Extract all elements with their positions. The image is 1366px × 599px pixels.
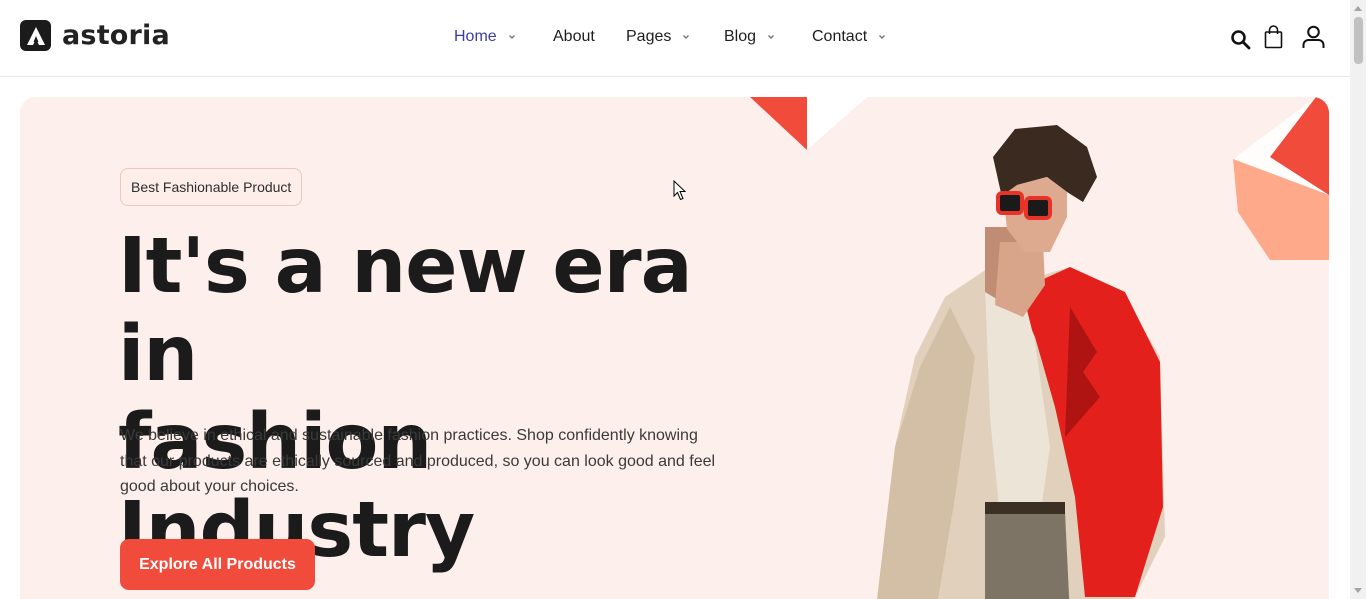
nav-item-home[interactable]: Home [454, 28, 517, 46]
site-header: astoria Home About Pages Blog Contact [0, 0, 1350, 77]
fashion-model-image [877, 125, 1165, 599]
nav-item-pages[interactable]: Pages [626, 28, 691, 46]
chevron-down-icon [879, 35, 886, 39]
search-icon[interactable] [1230, 29, 1251, 55]
nav-item-label: Pages [626, 28, 672, 45]
nav-item-blog[interactable]: Blog [724, 28, 776, 46]
brand-name: astoria [62, 20, 170, 51]
page-scrollbar[interactable] [1350, 0, 1366, 599]
explore-products-button[interactable]: Explore All Products [120, 539, 315, 590]
nav-item-label: Blog [724, 28, 757, 45]
nav-item-label: Home [454, 28, 497, 45]
chevron-down-icon [508, 35, 515, 39]
mouse-cursor-icon [673, 179, 687, 206]
nav-item-about[interactable]: About [553, 28, 595, 46]
scroll-up-arrow-icon[interactable] [1354, 6, 1362, 11]
scroll-thumb[interactable] [1354, 17, 1363, 64]
scroll-down-arrow-icon[interactable] [1354, 588, 1362, 593]
brand-logo[interactable]: astoria [20, 20, 170, 51]
nav-item-contact[interactable]: Contact [812, 28, 887, 46]
hero-section: Best Fashionable Product It's a new era … [20, 97, 1329, 599]
shopping-bag-icon[interactable] [1264, 25, 1283, 54]
chevron-down-icon [768, 35, 775, 39]
hero-title-line-1: It's a new era in [118, 222, 693, 399]
user-icon[interactable] [1302, 25, 1325, 54]
hero-badge: Best Fashionable Product [120, 168, 303, 206]
chevron-down-icon [683, 35, 690, 39]
hero-description: We believe in ethical and sustainable fa… [120, 427, 716, 495]
hero-title: It's a new era in fashion Industry [118, 223, 758, 575]
logo-mark-icon [20, 20, 51, 51]
nav-item-label: About [553, 28, 595, 45]
nav-item-label: Contact [812, 28, 868, 45]
